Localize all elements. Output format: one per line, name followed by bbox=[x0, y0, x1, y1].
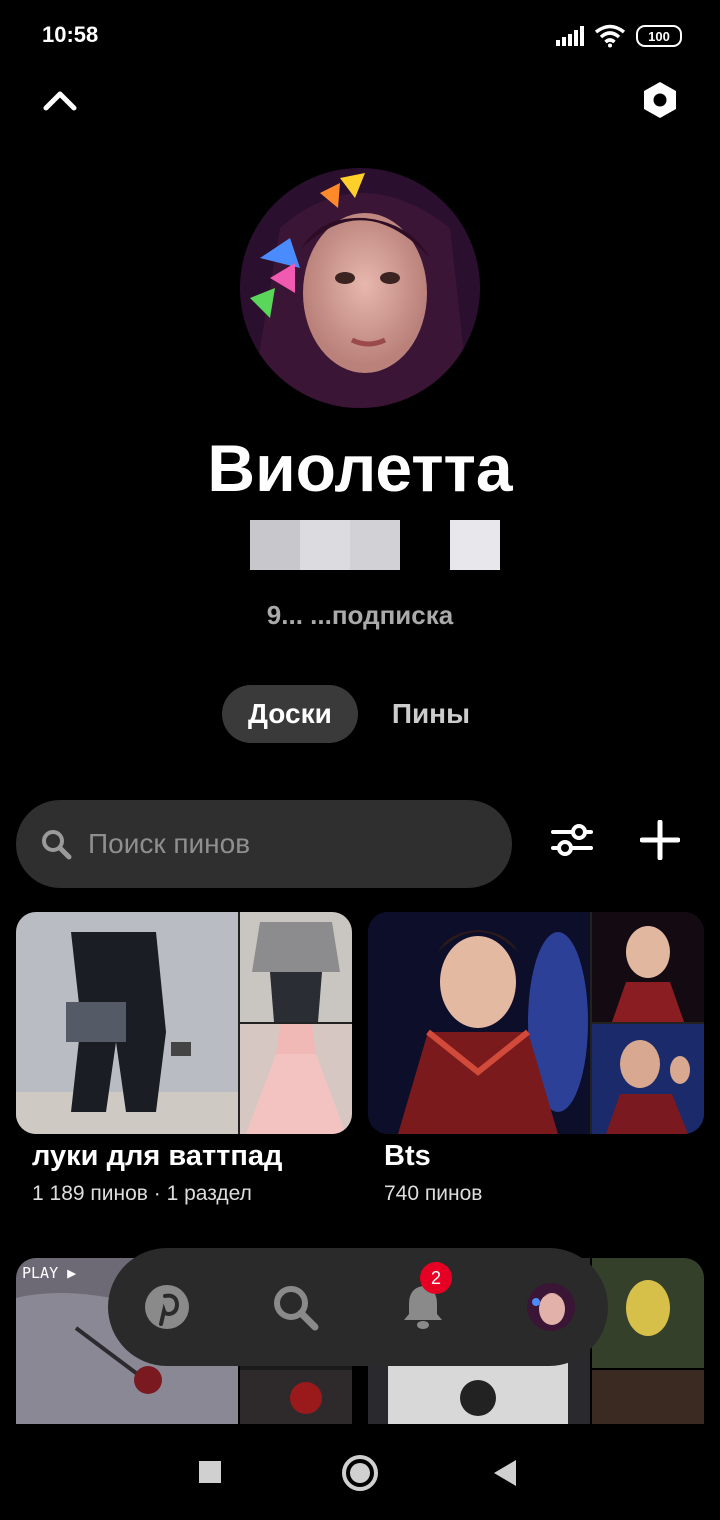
board-cover-image bbox=[368, 912, 590, 1134]
wifi-icon bbox=[594, 24, 626, 48]
board-card-looks[interactable] bbox=[16, 912, 352, 1134]
tab-pins[interactable]: Пины bbox=[366, 685, 496, 743]
battery-indicator: 100 bbox=[636, 25, 682, 47]
play-overlay-label: PLAY ▶ bbox=[22, 1264, 77, 1282]
board-meta: 1 189 пинов · 1 раздел bbox=[32, 1182, 252, 1205]
add-button[interactable] bbox=[638, 818, 682, 862]
nav-search[interactable] bbox=[266, 1278, 324, 1336]
filter-icon bbox=[551, 824, 593, 856]
board-meta: 740 пинов bbox=[384, 1182, 483, 1205]
profile-avatar[interactable] bbox=[240, 168, 480, 408]
nav-home[interactable] bbox=[138, 1278, 196, 1336]
signal-icon bbox=[556, 26, 584, 46]
nav-profile[interactable] bbox=[522, 1278, 580, 1336]
redacted-username-block bbox=[300, 520, 350, 570]
board-thumb-image bbox=[592, 912, 704, 1022]
profile-stats[interactable]: 9... ...подписка bbox=[0, 600, 720, 631]
board-thumb-image bbox=[592, 1024, 704, 1134]
search-icon bbox=[42, 830, 72, 860]
board-title: луки для ваттпад bbox=[32, 1140, 283, 1172]
system-nav-bar bbox=[0, 1424, 720, 1520]
search-placeholder: Поиск пинов bbox=[88, 828, 251, 859]
board-thumb-image bbox=[240, 912, 352, 1022]
status-time: 10:58 bbox=[42, 22, 99, 47]
status-icons: 100 bbox=[556, 24, 682, 48]
tab-bar: Доски Пины bbox=[222, 685, 496, 743]
board-title: Bts bbox=[384, 1140, 431, 1172]
bottom-nav: 2 bbox=[108, 1248, 608, 1366]
settings-hex-icon bbox=[644, 82, 676, 118]
nav-notifications[interactable]: 2 bbox=[394, 1262, 452, 1336]
plus-icon bbox=[640, 820, 680, 860]
square-nav-icon[interactable] bbox=[199, 1461, 221, 1483]
search-input[interactable]: Поиск пинов bbox=[16, 800, 512, 888]
filter-button[interactable] bbox=[550, 818, 594, 862]
chevron-up-icon bbox=[43, 91, 77, 111]
board-thumb-image bbox=[240, 1024, 352, 1134]
back-nav-icon[interactable] bbox=[494, 1460, 516, 1486]
redacted-username-block bbox=[350, 520, 400, 570]
home-nav-icon[interactable] bbox=[342, 1455, 378, 1491]
collapse-button[interactable] bbox=[38, 78, 82, 122]
profile-name: Виолетта bbox=[207, 431, 513, 505]
redacted-username-block bbox=[250, 520, 300, 570]
profile-avatar-icon bbox=[527, 1283, 575, 1331]
board-card-bts[interactable] bbox=[368, 912, 704, 1134]
redacted-username-block bbox=[450, 520, 500, 570]
search-icon bbox=[274, 1286, 319, 1331]
board-cover-image bbox=[16, 912, 238, 1134]
pinterest-icon bbox=[145, 1285, 189, 1329]
tab-boards[interactable]: Доски bbox=[222, 685, 358, 743]
settings-button[interactable] bbox=[638, 78, 682, 122]
notification-badge: 2 bbox=[420, 1262, 452, 1294]
